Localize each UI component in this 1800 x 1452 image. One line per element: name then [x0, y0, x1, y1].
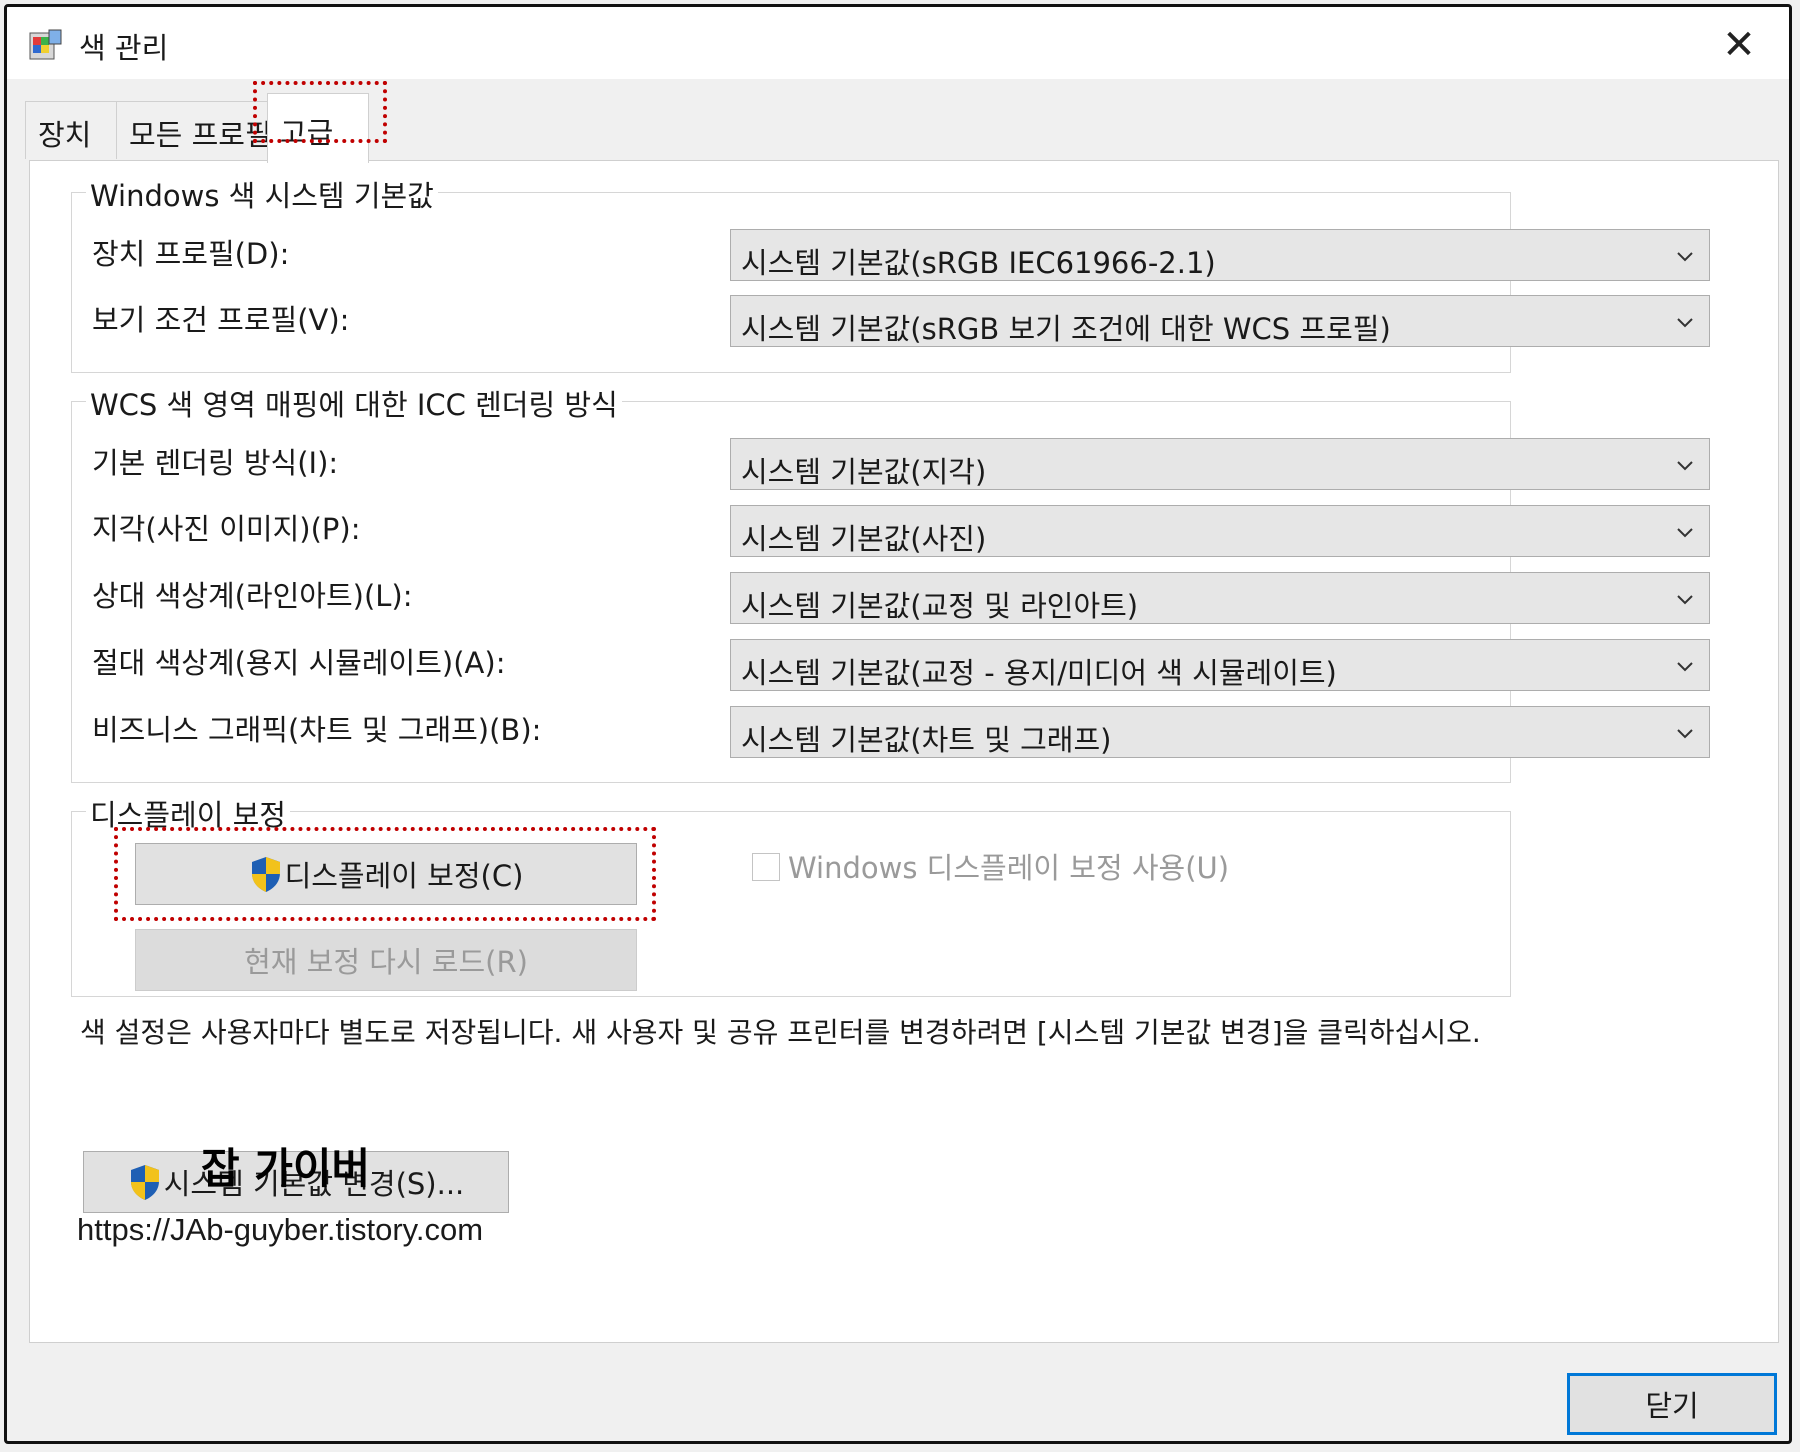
- absolute-colorimetric-dropdown[interactable]: 시스템 기본값(교정 - 용지/미디어 색 시뮬레이트): [730, 639, 1710, 691]
- reload-calibration-button[interactable]: 현재 보정 다시 로드(R): [135, 929, 637, 991]
- info-text: 색 설정은 사용자마다 별도로 저장됩니다. 새 사용자 및 공유 프린터를 변…: [80, 1016, 1481, 1049]
- button-label: 디스플레이 보정(C): [284, 859, 524, 893]
- color-management-window: 색 관리 ✕ 장치 모든 프로필 고급 Windows 색 시스템 기본값 장치…: [4, 4, 1792, 1444]
- dropdown-value: 시스템 기본값(사진): [741, 522, 987, 556]
- dropdown-value: 시스템 기본값(교정 및 라인아트): [741, 589, 1139, 623]
- chevron-down-icon: [1677, 662, 1693, 672]
- dropdown-value: 시스템 기본값(sRGB 보기 조건에 대한 WCS 프로필): [741, 312, 1391, 346]
- viewing-conditions-dropdown[interactable]: 시스템 기본값(sRGB 보기 조건에 대한 WCS 프로필): [730, 295, 1710, 347]
- color-management-app-icon: [29, 29, 62, 60]
- relative-colorimetric-dropdown[interactable]: 시스템 기본값(교정 및 라인아트): [730, 572, 1710, 624]
- dropdown-value: 시스템 기본값(sRGB IEC61966-2.1): [741, 246, 1216, 280]
- close-icon[interactable]: ✕: [1709, 17, 1769, 73]
- uac-shield-icon: [251, 857, 280, 892]
- relative-colorimetric-label: 상대 색상계(라인아트)(L):: [92, 579, 413, 613]
- watermark-text: 잡 가이버: [201, 1144, 371, 1193]
- window-title: 색 관리: [79, 31, 169, 65]
- chevron-down-icon: [1677, 528, 1693, 538]
- use-windows-calibration-checkbox[interactable]: [752, 853, 780, 881]
- perceptual-label: 지각(사진 이미지)(P):: [92, 512, 361, 546]
- chevron-down-icon: [1677, 729, 1693, 739]
- calibrate-display-button[interactable]: 디스플레이 보정(C): [135, 843, 637, 905]
- close-button[interactable]: 닫기: [1567, 1373, 1777, 1435]
- group-legend: Windows 색 시스템 기본값: [86, 173, 438, 215]
- chevron-down-icon: [1677, 252, 1693, 262]
- device-profile-label: 장치 프로필(D):: [92, 237, 290, 271]
- dropdown-value: 시스템 기본값(교정 - 용지/미디어 색 시뮬레이트): [741, 656, 1337, 690]
- business-graphics-label: 비즈니스 그래픽(차트 및 그래프)(B):: [92, 713, 542, 747]
- watermark-url: https://JAb-guyber.tistory.com: [77, 1212, 484, 1247]
- chevron-down-icon: [1677, 461, 1693, 471]
- default-rendering-dropdown[interactable]: 시스템 기본값(지각): [730, 438, 1710, 490]
- default-rendering-label: 기본 렌더링 방식(I):: [92, 446, 339, 480]
- use-windows-calibration-label: Windows 디스플레이 보정 사용(U): [788, 851, 1230, 885]
- perceptual-dropdown[interactable]: 시스템 기본값(사진): [730, 505, 1710, 557]
- business-graphics-dropdown[interactable]: 시스템 기본값(차트 및 그래프): [730, 706, 1710, 758]
- absolute-colorimetric-label: 절대 색상계(용지 시뮬레이트)(A):: [92, 646, 506, 680]
- chevron-down-icon: [1677, 595, 1693, 605]
- tab-strip: 장치 모든 프로필 고급: [7, 79, 1789, 163]
- tab-advanced[interactable]: 고급: [267, 93, 369, 163]
- dropdown-value: 시스템 기본값(지각): [741, 455, 987, 489]
- viewing-conditions-label: 보기 조건 프로필(V):: [92, 303, 350, 337]
- group-legend: 디스플레이 보정: [86, 792, 290, 834]
- title-bar: 색 관리 ✕: [7, 7, 1789, 79]
- dropdown-value: 시스템 기본값(차트 및 그래프): [741, 723, 1112, 757]
- chevron-down-icon: [1677, 318, 1693, 328]
- tab-devices[interactable]: 장치: [25, 101, 117, 159]
- group-legend: WCS 색 영역 매핑에 대한 ICC 렌더링 방식: [86, 382, 622, 424]
- device-profile-dropdown[interactable]: 시스템 기본값(sRGB IEC61966-2.1): [730, 229, 1710, 281]
- uac-shield-icon: [130, 1165, 159, 1200]
- tab-all-profiles[interactable]: 모든 프로필: [116, 101, 272, 159]
